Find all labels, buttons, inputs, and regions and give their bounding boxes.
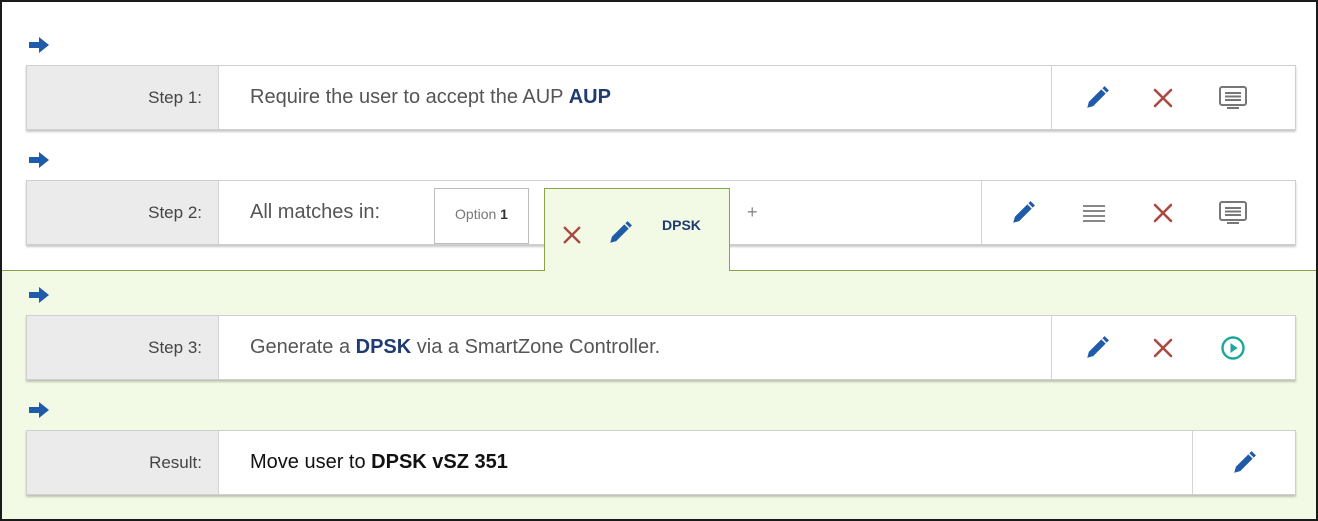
workflow-result: Result: Move user to DPSK vSZ 351	[26, 430, 1296, 495]
workflow-frame: Step 1: Require the user to accept the A…	[0, 0, 1318, 521]
add-option-icon[interactable]: +	[747, 202, 758, 223]
delete-option-icon[interactable]	[557, 220, 587, 250]
edit-icon[interactable]	[1229, 448, 1259, 478]
step-label: Step 2:	[27, 181, 219, 244]
result-label: Result:	[27, 431, 219, 494]
result-link[interactable]: DPSK vSZ 351	[371, 451, 508, 473]
display-icon[interactable]	[1218, 198, 1248, 228]
step-link-aup[interactable]: AUP	[569, 86, 611, 108]
option-2-tab-active[interactable]: DPSK	[544, 188, 730, 271]
result-description: Move user to DPSK vSZ 351	[220, 431, 508, 494]
option-label: Option	[455, 206, 501, 222]
run-icon[interactable]	[1218, 333, 1248, 363]
step-description: Require the user to accept the AUP AUP	[220, 66, 611, 129]
option-number: 1	[500, 206, 508, 222]
step-description: Generate a DPSK via a SmartZone Controll…	[220, 316, 660, 379]
workflow-step-1: Step 1: Require the user to accept the A…	[26, 65, 1296, 130]
step-text: via a SmartZone Controller.	[411, 336, 661, 358]
step-actions	[1051, 316, 1297, 379]
edit-icon[interactable]	[1082, 83, 1112, 113]
edit-option-icon[interactable]	[605, 218, 635, 248]
option-tab-label: DPSK	[662, 217, 701, 233]
delete-icon[interactable]	[1148, 83, 1178, 113]
step-text: All matches in:	[250, 201, 381, 223]
step-text: Generate a	[250, 336, 356, 358]
step-actions	[1051, 66, 1297, 129]
step-text: Require the user to accept the AUP	[250, 86, 569, 108]
option-1-tab[interactable]: Option 1	[434, 188, 529, 244]
display-icon[interactable]	[1218, 83, 1248, 113]
reorder-icon[interactable]	[1079, 198, 1109, 228]
step-link-dpsk[interactable]: DPSK	[356, 336, 412, 358]
step-description: All matches in:	[220, 181, 380, 244]
delete-icon[interactable]	[1148, 198, 1178, 228]
step-actions	[981, 181, 1297, 244]
edit-icon[interactable]	[1008, 198, 1038, 228]
step-label: Step 3:	[27, 316, 219, 379]
delete-icon[interactable]	[1148, 333, 1178, 363]
flow-arrow-icon	[29, 402, 49, 418]
edit-icon[interactable]	[1082, 333, 1112, 363]
result-text: Move user to	[250, 451, 372, 473]
flow-arrow-icon	[29, 287, 49, 303]
result-actions	[1192, 431, 1297, 494]
flow-arrow-icon	[29, 152, 49, 168]
workflow-step-3: Step 3: Generate a DPSK via a SmartZone …	[26, 315, 1296, 380]
flow-arrow-icon	[29, 37, 49, 53]
step-label: Step 1:	[27, 66, 219, 129]
